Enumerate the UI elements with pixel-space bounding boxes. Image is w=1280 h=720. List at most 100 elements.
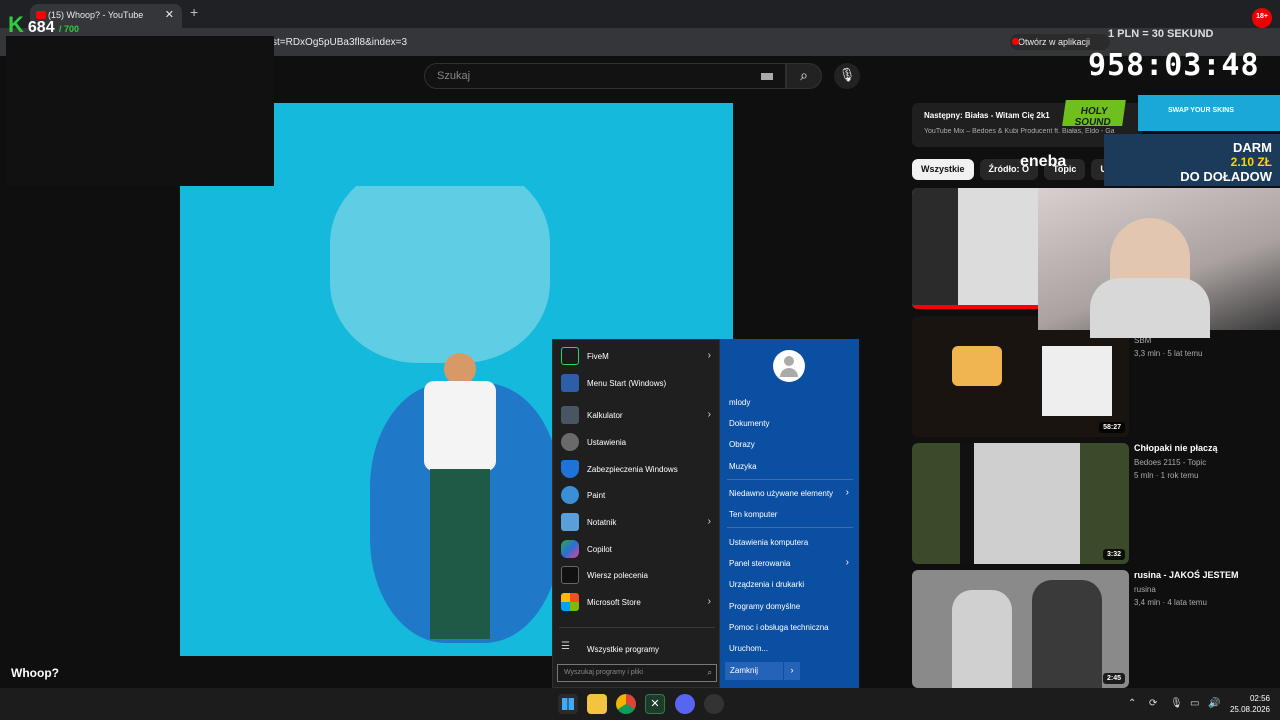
- start-link-documents[interactable]: Dokumenty: [729, 416, 853, 434]
- rec-thumbnail[interactable]: 3:32: [912, 443, 1129, 564]
- start-link-user[interactable]: mlody: [729, 395, 853, 413]
- start-item-cmd[interactable]: Wiersz polecenia: [559, 563, 715, 589]
- start-item-label: FiveM: [587, 352, 609, 361]
- search-icon: ⌕: [800, 67, 808, 83]
- chip-all[interactable]: Wszystkie: [912, 159, 974, 180]
- start-link-label: mlody: [729, 398, 751, 407]
- start-link-label: Obrazy: [729, 440, 755, 449]
- browser-tabbar: (15) Whoop? - YouTube ✕ +: [0, 0, 1280, 28]
- streamer-webcam: [1038, 188, 1280, 338]
- video-title[interactable]: Whoop?: [11, 666, 59, 680]
- start-item-menu-start[interactable]: Menu Start (Windows): [559, 371, 715, 397]
- start-item-settings[interactable]: Ustawienia: [559, 430, 715, 456]
- start-link-run[interactable]: Uruchom...: [729, 641, 853, 659]
- search-icon: ⌕: [707, 668, 712, 677]
- settings-icon: [561, 433, 579, 451]
- start-link-devices[interactable]: Urządzenia i drukarki: [729, 577, 853, 595]
- start-link-recent[interactable]: Niedawno używane elementy ›: [729, 486, 853, 504]
- start-item-copilot[interactable]: Copilot: [559, 537, 715, 563]
- mic-icon[interactable]: 🎙: [1170, 698, 1183, 709]
- start-item-label: Paint: [587, 491, 606, 500]
- start-link-pc-settings[interactable]: Ustawienia komputera: [729, 535, 853, 553]
- voice-search-button[interactable]: 🎙: [834, 63, 860, 89]
- start-link-label: Niedawno używane elementy: [729, 489, 834, 498]
- list-icon: ☰: [561, 641, 570, 652]
- url-text[interactable]: st=RDxOg5pUBa3fl8&index=3: [272, 37, 407, 48]
- divider: [727, 479, 853, 480]
- start-item-label: Notatnik: [587, 518, 617, 527]
- start-item-paint[interactable]: Paint: [559, 483, 715, 509]
- app-icon[interactable]: [704, 694, 724, 714]
- start-item-label: Menu Start (Windows): [587, 379, 667, 388]
- rec-meta[interactable]: rusina - JAKOŚ JESTEM rusina 3,4 mln · 4…: [1134, 570, 1274, 607]
- terminal-icon: [561, 566, 579, 584]
- start-item-store[interactable]: Microsoft Store ›: [559, 590, 715, 616]
- display-icon[interactable]: ▭: [1190, 698, 1199, 709]
- rec-stats: 3,3 mln · 5 lat temu: [1134, 349, 1203, 358]
- chevron-right-icon: ›: [707, 409, 711, 420]
- store-icon: [561, 593, 579, 611]
- rec-duration: 3:32: [1102, 549, 1125, 560]
- start-link-pictures[interactable]: Obrazy: [729, 437, 853, 455]
- start-item-label: Wiersz polecenia: [587, 571, 648, 580]
- mic-icon: 🎙: [838, 67, 856, 82]
- excel-icon[interactable]: ✕: [645, 694, 665, 714]
- all-programs-button[interactable]: ☰ Wszystkie programy: [559, 637, 715, 663]
- file-explorer-icon[interactable]: [587, 694, 607, 714]
- rec-channel: rusina: [1134, 585, 1156, 594]
- search-input[interactable]: Szukaj: [424, 63, 786, 89]
- system-clock[interactable]: 02:56 25.08.2026: [1228, 693, 1270, 715]
- start-item-security[interactable]: Zabezpieczenia Windows: [559, 457, 715, 483]
- chevron-right-icon: ›: [790, 665, 794, 675]
- volume-icon[interactable]: 🔊: [1208, 698, 1220, 709]
- rec-meta[interactable]: Chłopaki nie płaczą Bedoes 2115 - Topic …: [1134, 443, 1274, 480]
- discord-icon[interactable]: [675, 694, 695, 714]
- chevron-right-icon: ›: [707, 516, 711, 527]
- shield-icon: [561, 460, 579, 478]
- keyboard-icon[interactable]: [761, 73, 773, 80]
- start-link-music[interactable]: Muzyka: [729, 459, 853, 477]
- clock-time: 02:56: [1249, 694, 1270, 703]
- start-link-label: Dokumenty: [729, 419, 770, 428]
- windows-start-icon[interactable]: [558, 694, 578, 714]
- close-tab-icon[interactable]: ✕: [165, 8, 174, 21]
- start-link-label: Ustawienia komputera: [729, 538, 809, 547]
- new-tab-icon[interactable]: +: [190, 4, 198, 20]
- start-item-label: Kalkulator: [587, 411, 623, 420]
- start-item-calculator[interactable]: Kalkulator ›: [559, 403, 715, 429]
- kick-logo-icon: K: [8, 12, 24, 37]
- start-search-input[interactable]: Wyszukaj programy i pliki ⌕: [557, 664, 717, 682]
- rec-duration: 2:45: [1102, 673, 1125, 684]
- start-link-control-panel[interactable]: Panel sterowania ›: [729, 556, 853, 574]
- start-item-label: Ustawienia: [587, 438, 627, 447]
- shutdown-options-button[interactable]: ›: [784, 662, 800, 680]
- rec-channel: Bedoes 2115 - Topic: [1134, 458, 1207, 467]
- timer-label: 1 PLN = 30 SEKUND: [1108, 28, 1214, 40]
- start-menu-icon: [561, 374, 579, 392]
- notepad-icon: [561, 513, 579, 531]
- rec-stats: 5 mln · 1 rok temu: [1134, 471, 1199, 480]
- start-link-label: Uruchom...: [729, 644, 769, 653]
- eneba-logo: eneba: [1020, 153, 1067, 170]
- copilot-icon: [561, 540, 579, 558]
- paint-icon: [561, 486, 579, 504]
- start-link-label: Ten komputer: [729, 510, 778, 519]
- chrome-icon[interactable]: [616, 694, 636, 714]
- shutdown-button[interactable]: Zamknij: [725, 662, 783, 680]
- search-button[interactable]: ⌕: [786, 63, 822, 89]
- chevron-up-icon[interactable]: ⌃: [1128, 698, 1136, 709]
- user-avatar[interactable]: [773, 350, 805, 382]
- streamer: [1090, 218, 1210, 338]
- start-item-fivem[interactable]: FiveM ›: [559, 344, 715, 370]
- rec-thumbnail[interactable]: 2:45: [912, 570, 1129, 688]
- start-item-notepad[interactable]: Notatnik ›: [559, 510, 715, 536]
- start-link-default-programs[interactable]: Programy domyślne: [729, 599, 853, 617]
- sync-icon[interactable]: ⟳: [1149, 698, 1157, 709]
- start-item-label: Copilot: [587, 545, 612, 554]
- stream-camera-top: [6, 36, 274, 186]
- screen: (15) Whoop? - YouTube ✕ + st=RDxOg5pUBa3…: [0, 0, 1280, 720]
- start-link-label: Urządzenia i drukarki: [729, 580, 805, 589]
- start-link-help[interactable]: Pomoc i obsługa techniczna: [729, 620, 853, 638]
- clock-date: 25.08.2026: [1229, 705, 1270, 714]
- start-link-this-pc[interactable]: Ten komputer: [729, 507, 853, 525]
